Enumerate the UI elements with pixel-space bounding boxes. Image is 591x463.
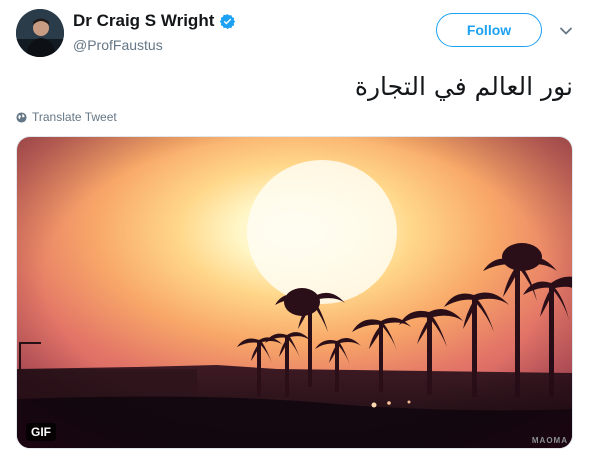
translate-label: Translate Tweet — [32, 110, 117, 124]
tweet-text: نور العالم في التجارة — [354, 72, 573, 101]
media-watermark: MAOMA — [531, 436, 568, 445]
display-name[interactable]: Dr Craig S Wright — [73, 11, 214, 31]
globe-icon — [16, 111, 27, 123]
chevron-down-icon[interactable] — [559, 24, 573, 38]
handle[interactable]: @ProfFaustus — [73, 37, 236, 53]
verified-badge-icon — [219, 13, 236, 30]
follow-button[interactable]: Follow — [436, 13, 542, 47]
gif-media[interactable]: GIF MAOMA — [16, 136, 573, 449]
author-block: Dr Craig S Wright @ProfFaustus — [73, 10, 236, 53]
gif-badge: GIF — [26, 423, 56, 441]
translate-tweet-link[interactable]: Translate Tweet — [16, 110, 117, 124]
avatar[interactable] — [16, 9, 64, 57]
tweet-card: Dr Craig S Wright @ProfFaustus Follow نو… — [0, 0, 591, 463]
sunset-palm-trees-image — [17, 137, 572, 448]
